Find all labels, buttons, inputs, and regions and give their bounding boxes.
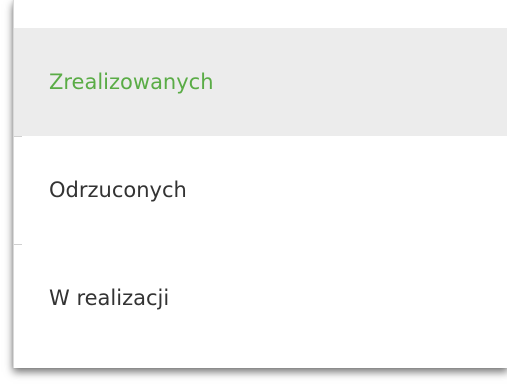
menu-item-label: W realizacji [49, 286, 170, 310]
menu-item-label: Odrzuconych [49, 178, 187, 202]
menu-item-label: Zrealizowanych [49, 70, 214, 94]
menu-item-w-realizacji[interactable]: W realizacji [14, 244, 507, 352]
menu-item-odrzuconych[interactable]: Odrzuconych [14, 136, 507, 244]
filter-menu: Zrealizowanych Odrzuconych W realizacji [13, 0, 507, 368]
menu-item-zrealizowanych[interactable]: Zrealizowanych [14, 28, 507, 136]
